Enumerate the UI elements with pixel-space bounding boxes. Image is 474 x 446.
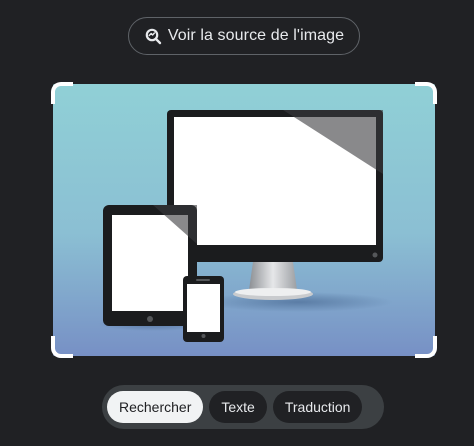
view-image-source-label: Voir la source de l'image	[167, 27, 345, 44]
crop-handle-top-right[interactable]	[415, 82, 437, 104]
tablet-illustration	[103, 205, 197, 326]
mode-switcher: Rechercher Texte Traduction	[102, 385, 384, 429]
mode-translate-button[interactable]: Traduction	[272, 391, 363, 423]
selected-image-area[interactable]	[51, 82, 437, 358]
crop-handle-bottom-right[interactable]	[415, 336, 437, 358]
crop-handle-bottom-left[interactable]	[51, 336, 73, 358]
lens-viewer: Voir la source de l'image Rechercher Tex…	[0, 0, 474, 446]
crop-handle-top-left[interactable]	[51, 82, 73, 104]
view-image-source-button[interactable]: Voir la source de l'image	[128, 17, 360, 55]
mode-search-button[interactable]: Rechercher	[107, 391, 204, 423]
mode-text-button[interactable]: Texte	[209, 391, 267, 423]
phone-illustration	[183, 276, 224, 342]
devices-image	[53, 84, 435, 356]
lens-search-icon	[144, 27, 162, 45]
